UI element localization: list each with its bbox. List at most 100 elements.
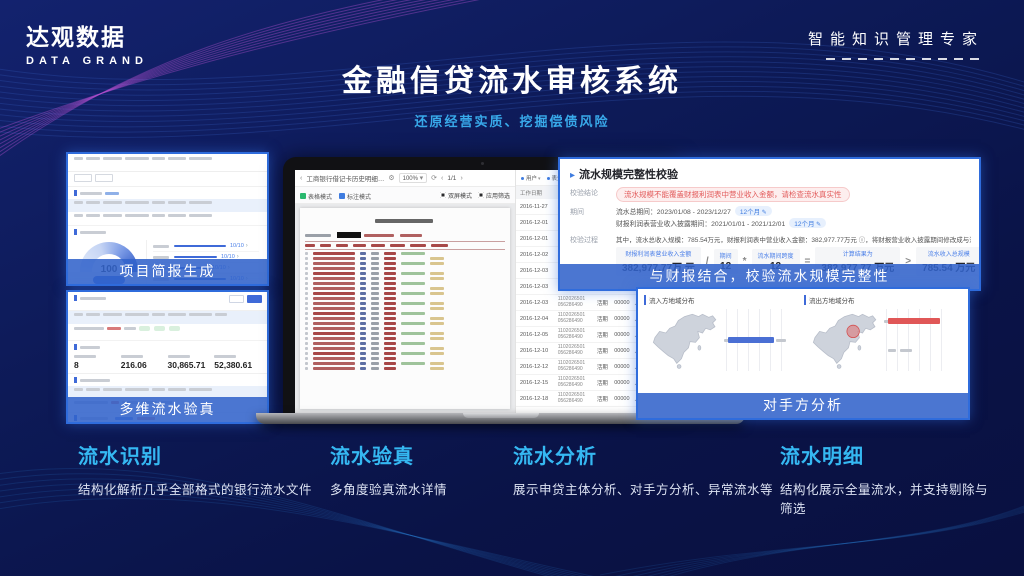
next-page-icon[interactable]: › [460,175,462,182]
mode-button[interactable]: 表格模式 [300,192,332,201]
scan-table-row [305,342,505,345]
back-icon[interactable]: ‹ [300,175,302,182]
scan-cell [384,302,396,305]
feature-description: 展示申贷主体分析、对手方分析、异常流水等 [513,479,780,498]
scan-cell [384,282,396,285]
screenshot-verify: 8216.0630,865.7152,380.61 多维流水验真 [66,290,269,424]
scan-cell [360,282,366,285]
text-placeholder [74,214,83,217]
refresh-icon[interactable]: ⟳ [431,174,437,182]
text-placeholder [189,388,212,391]
formula-term-label: 计算结果为 [821,249,894,258]
text-placeholder [74,355,96,358]
scan-cell [384,292,396,295]
mode-button[interactable]: 标注模式 [339,192,371,201]
feature-description: 结构化展示全量流水，并支持剔除与筛选 [780,479,998,517]
scan-table-row [305,362,505,365]
report-progress-row: 10/10› [153,241,259,252]
cell-date: 2016-12-01 [520,220,558,226]
prev-page-icon[interactable]: ‹ [441,175,443,182]
scan-cell [313,312,355,315]
caret-down-icon: ▾ [420,175,424,182]
months-badge[interactable]: 12个月 [735,206,772,216]
scan-cell [371,342,379,345]
scan-cell [384,272,396,275]
scan-cell [360,292,366,295]
scan-table-row [305,297,505,300]
scan-cell [313,367,355,370]
cell-amount: 00000 [614,348,634,354]
scan-cell [384,362,396,365]
scan-cell [305,292,308,295]
scan-cell [360,362,366,365]
scan-cell [305,357,308,360]
map-row [644,308,804,372]
thumbnail-caption: 项目简报生成 [68,259,267,284]
cell-date: 2016-12-15 [520,380,558,386]
panel-content: 流水规模完整性校验 校验结论 流水规模不能覆盖财报利润表中营业收入金额，请检查流… [560,159,979,276]
section-label [68,374,267,386]
scan-cell [313,337,355,340]
cell-type: 活期 [597,315,614,323]
cell-date: 2016-12-04 [520,316,558,322]
mock-table-header [68,311,267,324]
filter-chip[interactable]: 用户 [521,174,541,182]
account-line: 056286490 [558,367,597,373]
scan-column-headers [305,241,505,250]
text-placeholder [168,355,190,358]
view-button[interactable]: 应用筛选 [478,191,510,200]
text-placeholder [153,245,169,248]
text-placeholder [152,157,165,160]
stats-row: 8216.0630,865.7152,380.61 [68,353,267,374]
feature-item: 流水分析展示申贷主体分析、对手方分析、异常流水等 [513,440,780,517]
mock-navbar [68,154,267,172]
progress-value: 10/10 [230,243,244,249]
cell-amount: 00000 [614,300,634,306]
text-placeholder [125,214,149,217]
outflow-bar-chart [886,309,952,371]
report-progress-row: 10/10› [153,285,259,286]
months-badge[interactable]: 12个月 [789,218,826,228]
scan-cell [360,262,366,265]
mode-toolbar: 表格模式标注模式 双屏模式应用筛选 [295,187,515,204]
scan-table-row [305,272,505,275]
text-placeholder [364,234,394,237]
mock-tabs [68,172,267,187]
scan-cell [360,342,366,345]
stat-value: 8 [74,360,121,370]
text-placeholder [375,219,433,223]
scan-cell [430,337,444,340]
gear-icon[interactable]: ⚙ [388,174,394,182]
screenshot-briefing: 100 10/10›10/10›10/10›10/10›10/10› 项目简报生… [66,152,269,286]
section-marker [74,377,77,383]
cell-type: 活期 [597,363,614,371]
scan-cell [305,257,308,260]
scan-cell [360,267,366,270]
amount-negative [107,327,121,330]
scan-cell [360,257,366,260]
zoom-select[interactable]: 100% ▾ [399,173,428,183]
scan-column-header [410,244,426,247]
section-marker [74,295,77,301]
scan-column-header [305,244,315,247]
text-placeholder [80,379,110,382]
view-button[interactable]: 双屏模式 [440,191,472,200]
laptop-notch [463,413,539,418]
feature-title: 流水识别 [78,440,330,469]
button-placeholder [247,295,262,303]
text-placeholder [152,313,165,316]
scan-column-header [320,244,331,247]
scan-table-row [305,302,505,305]
scanned-statement [295,204,515,413]
scan-cell [313,357,355,360]
scan-cell [401,312,425,315]
account-line: 056286490 [558,335,597,341]
scan-cell [430,302,444,305]
conclusion-row: 校验结论 流水规模不能覆盖财报利润表中营业收入金额，请检查流水真实性 [570,187,969,202]
scan-cell [305,267,308,270]
cell-type: 活期 [597,299,614,307]
scan-cell [401,342,425,345]
scan-cell [305,307,308,310]
scan-cell [360,352,366,355]
account-line: 056286490 [558,399,597,405]
